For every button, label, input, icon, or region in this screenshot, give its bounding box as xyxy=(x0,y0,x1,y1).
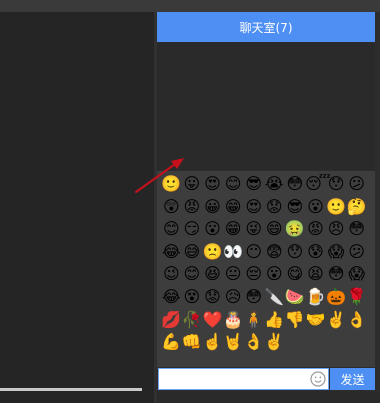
emoji-item[interactable]: 🧍 xyxy=(243,310,264,333)
emoji-item[interactable]: 🔪 xyxy=(264,287,285,310)
emoji-item[interactable]: 👌 xyxy=(243,332,264,355)
emoji-item[interactable]: 😭 xyxy=(264,174,285,197)
smile-icon[interactable] xyxy=(310,371,326,387)
emoji-item[interactable]: 😁 xyxy=(223,219,244,242)
emoji-item[interactable]: 😫 xyxy=(305,264,326,287)
emoji-item[interactable]: 😊 xyxy=(161,219,182,242)
emoji-item[interactable]: 🎂 xyxy=(223,310,244,333)
emoji-item[interactable]: 😡 xyxy=(182,197,203,220)
emoji-item[interactable]: 😊 xyxy=(182,264,203,287)
emoji-item[interactable]: 😨 xyxy=(264,242,285,265)
emoji-item[interactable]: 🙂 xyxy=(161,174,182,197)
emoji-item[interactable]: 😯 xyxy=(326,174,347,197)
emoji-picker: 🙂 😛 😍 😊 😎 😭 😳 😴 😯 😕 😲 😡 😀 😁 😍 😟 😎 😮 🙂 🤔 😊 😏 😮 😁 😜 😄 🤢 😡 😠 😳 😂 😅 🙁 👀 😶 😨 😯 😰 😱 😕… xyxy=(157,171,375,367)
emoji-item[interactable]: 😉 xyxy=(161,264,182,287)
emoji-item[interactable]: 😲 xyxy=(161,197,182,220)
emoji-item[interactable]: 👊 xyxy=(182,332,203,355)
emoji-item[interactable]: ☝️ xyxy=(202,332,223,355)
emoji-item[interactable]: 😎 xyxy=(243,174,264,197)
message-area xyxy=(157,42,375,170)
bottom-strip xyxy=(157,391,380,403)
emoji-item[interactable]: 😵 xyxy=(182,287,203,310)
emoji-item[interactable]: 😮 xyxy=(202,219,223,242)
top-bar xyxy=(0,0,380,12)
chat-panel: 聊天室(7) 🙂 😛 😍 😊 😎 😭 😳 😴 😯 😕 😲 😡 😀 😁 😍 😟 😎 😮 🙂 🤔 😊 😏 😮 😁 😜 😄 🤢 😡 😠 😳 😂 😅 🙁… xyxy=(157,12,380,403)
chat-room-title: 聊天室(7) xyxy=(157,12,375,42)
emoji-item[interactable]: 🎃 xyxy=(326,287,347,310)
emoji-item[interactable]: 😳 xyxy=(285,174,306,197)
emoji-item[interactable]: 🍉 xyxy=(285,287,306,310)
emoji-item[interactable]: ❤️ xyxy=(202,310,223,333)
emoji-item[interactable]: 😐 xyxy=(223,264,244,287)
emoji-item[interactable]: 😄 xyxy=(264,219,285,242)
emoji-item[interactable]: 😮 xyxy=(264,264,285,287)
emoji-item[interactable]: 👍 xyxy=(264,310,285,333)
emoji-item[interactable]: 👎 xyxy=(285,310,306,333)
emoji-item[interactable]: 😳 xyxy=(346,219,367,242)
left-panel xyxy=(0,12,154,403)
emoji-item[interactable]: 😴 xyxy=(305,174,331,197)
emoji-item[interactable]: 🙂 xyxy=(326,197,347,220)
emoji-item[interactable]: 😋 xyxy=(285,264,306,287)
emoji-item[interactable]: 🤢 xyxy=(285,219,306,242)
emoji-item[interactable]: 😰 xyxy=(305,242,326,265)
emoji-item[interactable]: 👌 xyxy=(346,310,367,333)
emoji-item[interactable]: 😳 xyxy=(326,264,347,287)
emoji-item[interactable]: 😯 xyxy=(285,242,306,265)
emoji-item[interactable]: 😱 xyxy=(346,264,367,287)
emoji-item[interactable]: 😍 xyxy=(243,197,264,220)
emoji-item[interactable]: 😁 xyxy=(223,197,244,220)
emoji-item[interactable]: 🌹 xyxy=(346,287,367,310)
emoji-item[interactable]: 🍺 xyxy=(305,287,326,310)
emoji-item[interactable]: 💋 xyxy=(161,310,182,333)
emoji-item[interactable]: 😳 xyxy=(243,287,264,310)
emoji-item[interactable]: 😂 xyxy=(161,287,182,310)
emoji-item[interactable]: 🙁 xyxy=(202,242,223,265)
horizontal-scrollbar[interactable] xyxy=(0,388,142,391)
emoji-item[interactable]: 😶 xyxy=(243,242,264,265)
chat-input[interactable] xyxy=(158,368,329,390)
emoji-item[interactable]: 😔 xyxy=(243,264,264,287)
emoji-item[interactable]: 😍 xyxy=(202,174,223,197)
emoji-item[interactable]: ✌️ xyxy=(264,332,285,355)
emoji-item[interactable]: 🤝 xyxy=(305,310,326,333)
emoji-item[interactable]: 👀 xyxy=(223,242,244,265)
emoji-item[interactable]: 🥀 xyxy=(182,310,203,333)
emoji-item[interactable]: 😥 xyxy=(223,287,244,310)
emoji-item[interactable]: 😟 xyxy=(264,197,285,220)
emoji-item[interactable]: 😱 xyxy=(326,242,347,265)
emoji-item[interactable]: 😜 xyxy=(243,219,264,242)
emoji-item[interactable]: 😆 xyxy=(202,264,223,287)
emoji-item[interactable]: 😮 xyxy=(305,197,326,220)
emoji-item[interactable]: 😀 xyxy=(202,197,223,220)
emoji-item[interactable]: 😎 xyxy=(285,197,306,220)
emoji-item[interactable]: 😊 xyxy=(223,174,244,197)
emoji-item[interactable]: 😟 xyxy=(202,287,223,310)
emoji-item[interactable]: 🤘 xyxy=(223,332,244,355)
emoji-item[interactable]: 😏 xyxy=(182,219,203,242)
emoji-item[interactable]: 😅 xyxy=(182,242,203,265)
emoji-item[interactable]: 😕 xyxy=(346,242,367,265)
emoji-item[interactable]: 🤔 xyxy=(346,197,367,220)
emoji-item[interactable]: 😡 xyxy=(305,219,326,242)
emoji-item[interactable]: 😂 xyxy=(161,242,182,265)
emoji-item[interactable]: 😕 xyxy=(346,174,367,197)
emoji-item[interactable]: 💪 xyxy=(161,332,182,355)
send-button[interactable]: 发送 xyxy=(330,368,375,390)
emoji-item[interactable]: 😠 xyxy=(326,219,347,242)
emoji-item[interactable]: ✌️ xyxy=(326,310,347,333)
emoji-item[interactable]: 😛 xyxy=(182,174,203,197)
